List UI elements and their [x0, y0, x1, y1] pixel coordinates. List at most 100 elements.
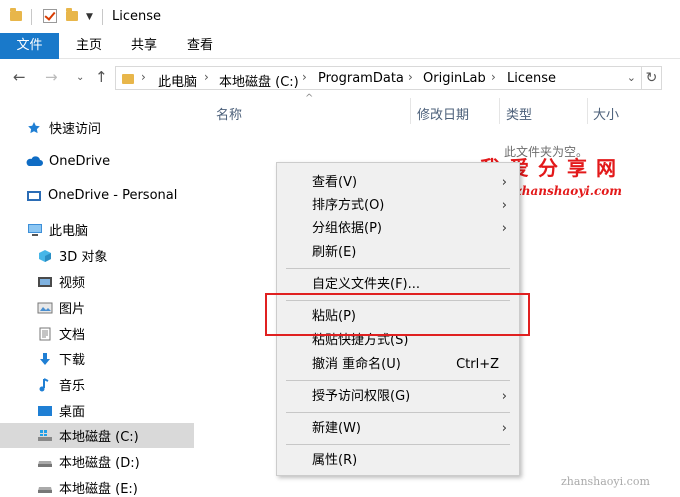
highlight-annotation: [265, 293, 530, 336]
breadcrumb-license[interactable]: License: [507, 71, 556, 86]
window-title: License: [112, 9, 162, 24]
up-arrow-icon[interactable]: ↑: [95, 68, 108, 86]
chevron-right-icon[interactable]: ›: [491, 70, 496, 84]
cloud-icon: [25, 155, 43, 169]
cube-icon: [37, 249, 53, 263]
chevron-right-icon[interactable]: ›: [141, 70, 146, 84]
nav-label: 图片: [59, 302, 86, 317]
music-note-icon: [37, 377, 53, 392]
menu-item-label: 排序方式(O): [312, 198, 385, 213]
nav-local-disk-c[interactable]: 本地磁盘 (C:): [0, 423, 194, 448]
customize-toolbar-icon[interactable]: ▼: [86, 12, 93, 22]
menu-item-properties[interactable]: 属性(R): [277, 449, 519, 472]
column-type[interactable]: 类型: [506, 104, 532, 123]
nav-label: 此电脑: [49, 224, 89, 239]
nav-label: 快速访问: [49, 122, 102, 137]
menu-item-new[interactable]: 新建(W) ›: [277, 417, 519, 440]
menu-item-label: 刷新(E): [312, 245, 357, 260]
menu-item-label: 分组依据(P): [312, 221, 382, 236]
chevron-right-icon[interactable]: ›: [408, 70, 413, 84]
nav-label: 视频: [59, 276, 86, 291]
breadcrumb-local-disk-c[interactable]: 本地磁盘 (C:): [219, 71, 299, 90]
column-name[interactable]: 名称: [216, 104, 242, 123]
title-bar: ▼ License: [0, 0, 680, 33]
address-bar[interactable]: › 此电脑 › 本地磁盘 (C:) › ProgramData › Origin…: [115, 66, 642, 90]
menu-item-label: 撤消 重命名(U): [312, 357, 401, 372]
nav-label: 下载: [59, 353, 86, 368]
breadcrumb-programdata[interactable]: ProgramData: [318, 71, 404, 86]
nav-pictures[interactable]: 图片: [0, 295, 194, 320]
nav-documents[interactable]: 文档: [0, 321, 194, 346]
nav-quick-access[interactable]: 快速访问: [0, 115, 194, 140]
forward-arrow-icon[interactable]: →: [45, 68, 58, 86]
nav-this-pc[interactable]: 此电脑: [0, 217, 194, 242]
column-size[interactable]: 大小: [593, 104, 619, 123]
tab-view[interactable]: 查看: [175, 33, 225, 59]
nav-local-disk-d[interactable]: 本地磁盘 (D:): [0, 449, 194, 474]
nav-desktop[interactable]: 桌面: [0, 398, 194, 423]
recent-locations-icon[interactable]: ⌄: [76, 72, 84, 83]
breadcrumb-this-pc[interactable]: 此电脑: [158, 71, 197, 90]
nav-videos[interactable]: 视频: [0, 269, 194, 294]
refresh-icon: ↻: [645, 70, 658, 86]
tab-home[interactable]: 主页: [64, 33, 114, 59]
video-icon: [37, 275, 53, 289]
nav-local-disk-e[interactable]: 本地磁盘 (E:): [0, 475, 194, 497]
folder-icon[interactable]: [10, 8, 22, 21]
chevron-right-icon: ›: [501, 221, 507, 236]
menu-item-label: 属性(R): [312, 453, 358, 468]
star-icon: [27, 121, 43, 135]
nav-label: 文档: [59, 328, 86, 343]
menu-item-label: 自定义文件夹(F)...: [312, 277, 421, 292]
drive-icon: [26, 189, 42, 203]
menu-item-refresh[interactable]: 刷新(E): [277, 241, 519, 264]
menu-item-label: 授予访问权限(G): [312, 389, 411, 404]
sort-up-icon: ^: [305, 93, 314, 104]
nav-label: 本地磁盘 (C:): [59, 430, 139, 445]
computer-icon: [27, 223, 43, 237]
breadcrumb-originlab[interactable]: OriginLab: [423, 71, 486, 86]
properties-icon[interactable]: [43, 9, 57, 23]
nav-label: 3D 对象: [59, 250, 108, 265]
column-divider[interactable]: [587, 98, 588, 124]
nav-label: 本地磁盘 (E:): [59, 482, 138, 497]
chevron-right-icon: ›: [501, 389, 507, 404]
column-divider[interactable]: [499, 98, 500, 124]
nav-downloads[interactable]: 下载: [0, 346, 194, 371]
back-arrow-icon[interactable]: ←: [13, 68, 26, 86]
tab-share[interactable]: 共享: [119, 33, 169, 59]
download-arrow-icon: [37, 352, 53, 366]
nav-label: OneDrive: [49, 154, 111, 169]
divider: [31, 9, 32, 25]
menu-item-undo-rename[interactable]: 撤消 重命名(U) Ctrl+Z: [277, 353, 519, 376]
nav-onedrive-personal[interactable]: OneDrive - Personal: [0, 183, 194, 208]
chevron-right-icon[interactable]: ›: [302, 70, 307, 84]
chevron-right-icon: ›: [501, 175, 507, 190]
chevron-right-icon: ›: [501, 421, 507, 436]
menu-separator: [286, 444, 510, 445]
ribbon-tabs: 文件 主页 共享 查看: [0, 33, 680, 59]
desktop-icon: [37, 404, 53, 418]
menu-item-label: 查看(V): [312, 175, 358, 190]
column-divider[interactable]: [410, 98, 411, 124]
nav-3d-objects[interactable]: 3D 对象: [0, 243, 194, 268]
menu-item-sort-by[interactable]: 排序方式(O) ›: [277, 194, 519, 217]
column-date-modified[interactable]: 修改日期: [417, 104, 469, 123]
chevron-right-icon[interactable]: ›: [204, 70, 209, 84]
watermark-corner: zhanshaoyi.com: [561, 475, 650, 488]
menu-item-shortcut: Ctrl+Z: [456, 357, 499, 372]
menu-separator: [286, 268, 510, 269]
new-folder-icon[interactable]: [66, 8, 78, 21]
menu-separator: [286, 380, 510, 381]
folder-icon: [122, 74, 134, 84]
picture-icon: [37, 301, 53, 315]
drive-icon: [37, 481, 53, 495]
menu-item-view[interactable]: 查看(V) ›: [277, 171, 519, 194]
chevron-down-icon[interactable]: ⌄: [627, 71, 636, 84]
menu-item-group-by[interactable]: 分组依据(P) ›: [277, 217, 519, 240]
refresh-button[interactable]: ↻: [642, 66, 662, 90]
tab-file[interactable]: 文件: [0, 33, 59, 59]
nav-onedrive[interactable]: OneDrive: [0, 149, 194, 174]
nav-music[interactable]: 音乐: [0, 372, 194, 397]
menu-item-give-access[interactable]: 授予访问权限(G) ›: [277, 385, 519, 408]
